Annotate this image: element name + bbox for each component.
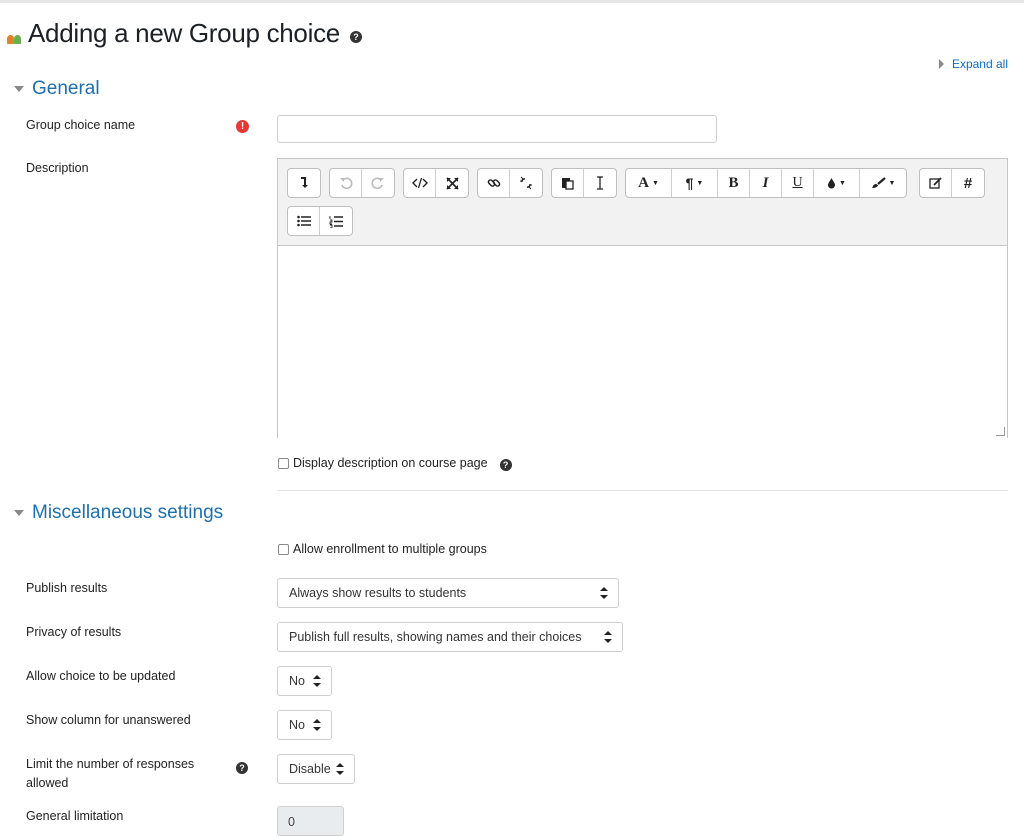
limit-responses-value: Disable bbox=[289, 762, 331, 776]
fullscreen-icon[interactable] bbox=[436, 169, 468, 197]
privacy-select[interactable]: Publish full results, showing names and … bbox=[277, 622, 623, 652]
general-limitation-label: General limitation bbox=[26, 809, 124, 823]
toolbar-group-insert: # bbox=[919, 168, 985, 198]
expand-all-link[interactable]: Expand all bbox=[938, 57, 1008, 71]
font-icon[interactable]: A ▼ bbox=[626, 169, 672, 197]
limit-responses-select[interactable]: Disable bbox=[277, 754, 355, 784]
collapse-caret-icon bbox=[14, 86, 24, 92]
required-icon: ! bbox=[236, 120, 249, 133]
help-icon[interactable]: ? bbox=[349, 30, 362, 43]
unordered-list-icon[interactable] bbox=[288, 207, 320, 235]
show-unanswered-label: Show column for unanswered bbox=[26, 713, 191, 727]
display-description-row: Display description on course page ? bbox=[278, 455, 512, 471]
display-description-checkbox[interactable] bbox=[278, 457, 289, 469]
section-misc-header[interactable]: Miscellaneous settings bbox=[14, 502, 223, 524]
limit-responses-label: Limit the number of responses allowed bbox=[26, 755, 194, 793]
general-limitation-input[interactable]: 0 bbox=[277, 806, 344, 836]
unlink-icon[interactable] bbox=[510, 169, 542, 197]
font-color-icon[interactable]: ▼ bbox=[814, 169, 860, 197]
collapse-caret-icon bbox=[14, 510, 24, 516]
privacy-value: Publish full results, showing names and … bbox=[289, 630, 582, 644]
select-arrows-icon bbox=[313, 719, 321, 731]
group-choice-name-label: Group choice name bbox=[26, 118, 136, 132]
toolbar-group-lists bbox=[287, 206, 353, 236]
toolbar-group-style: A ▼ ¶ ▼ B I U ▼ ▼ bbox=[625, 168, 907, 198]
select-arrows-icon bbox=[313, 675, 321, 687]
select-arrows-icon bbox=[336, 763, 344, 775]
paste-icon[interactable] bbox=[552, 169, 584, 197]
group-choice-name-input[interactable] bbox=[277, 115, 717, 143]
editor-toolbar: A ▼ ¶ ▼ B I U ▼ ▼ # bbox=[278, 159, 1007, 246]
clear-formatting-icon[interactable] bbox=[584, 169, 616, 197]
limit-responses-label-line1: Limit the number of responses bbox=[26, 757, 195, 771]
allow-update-value: No bbox=[289, 674, 305, 688]
expand-all-label[interactable]: Expand all bbox=[952, 57, 1008, 71]
section-general-title[interactable]: General bbox=[32, 78, 100, 100]
paragraph-icon[interactable]: ¶ ▼ bbox=[672, 169, 718, 197]
toolbar-group-clipboard bbox=[551, 168, 617, 198]
html-icon[interactable] bbox=[404, 169, 436, 197]
show-more-icon[interactable] bbox=[288, 169, 320, 197]
expand-triangle-icon bbox=[938, 59, 944, 69]
toolbar-group-history bbox=[329, 168, 395, 198]
page-heading: Adding a new Group choice ? bbox=[6, 18, 362, 49]
publish-results-label: Publish results bbox=[26, 581, 108, 595]
toolbar-group-links bbox=[477, 168, 543, 198]
link-icon[interactable] bbox=[478, 169, 510, 197]
undo-icon[interactable] bbox=[330, 169, 362, 197]
privacy-label: Privacy of results bbox=[26, 625, 122, 639]
help-icon[interactable]: ? bbox=[236, 762, 248, 774]
show-unanswered-value: No bbox=[289, 718, 305, 732]
allow-update-label: Allow choice to be updated bbox=[26, 669, 176, 683]
editor-content-area[interactable] bbox=[278, 246, 1007, 438]
display-description-label[interactable]: Display description on course page bbox=[293, 456, 488, 470]
section-misc-title[interactable]: Miscellaneous settings bbox=[32, 502, 223, 524]
italic-icon[interactable]: I bbox=[750, 169, 782, 197]
select-arrows-icon bbox=[600, 587, 608, 599]
redo-icon[interactable] bbox=[362, 169, 394, 197]
underline-icon[interactable]: U bbox=[782, 169, 814, 197]
allow-multiple-label[interactable]: Allow enrollment to multiple groups bbox=[293, 542, 487, 556]
top-border bbox=[0, 0, 1024, 3]
show-unanswered-select[interactable]: No bbox=[277, 710, 332, 740]
background-color-icon[interactable]: ▼ bbox=[860, 169, 906, 197]
allow-update-select[interactable]: No bbox=[277, 666, 332, 696]
toolbar-group-more bbox=[287, 168, 321, 198]
section-divider bbox=[277, 490, 1008, 491]
limit-responses-label-line2: allowed bbox=[26, 776, 69, 790]
resize-handle-icon[interactable] bbox=[996, 427, 1005, 436]
help-icon[interactable]: ? bbox=[499, 459, 512, 471]
bold-icon[interactable]: B bbox=[718, 169, 750, 197]
description-editor[interactable]: A ▼ ¶ ▼ B I U ▼ ▼ # bbox=[277, 158, 1008, 438]
hash-icon[interactable]: # bbox=[952, 169, 984, 197]
ordered-list-icon[interactable] bbox=[320, 207, 352, 235]
allow-multiple-row: Allow enrollment to multiple groups bbox=[278, 542, 487, 556]
publish-results-value: Always show results to students bbox=[289, 586, 467, 600]
select-arrows-icon bbox=[604, 631, 612, 643]
group-choice-module-icon bbox=[6, 28, 24, 46]
equation-icon[interactable] bbox=[920, 169, 952, 197]
page-title: Adding a new Group choice bbox=[28, 18, 340, 48]
description-label: Description bbox=[26, 161, 89, 175]
publish-results-select[interactable]: Always show results to students bbox=[277, 578, 619, 608]
toolbar-group-view bbox=[403, 168, 469, 198]
section-general-header[interactable]: General bbox=[14, 78, 100, 100]
allow-multiple-checkbox[interactable] bbox=[278, 543, 289, 555]
